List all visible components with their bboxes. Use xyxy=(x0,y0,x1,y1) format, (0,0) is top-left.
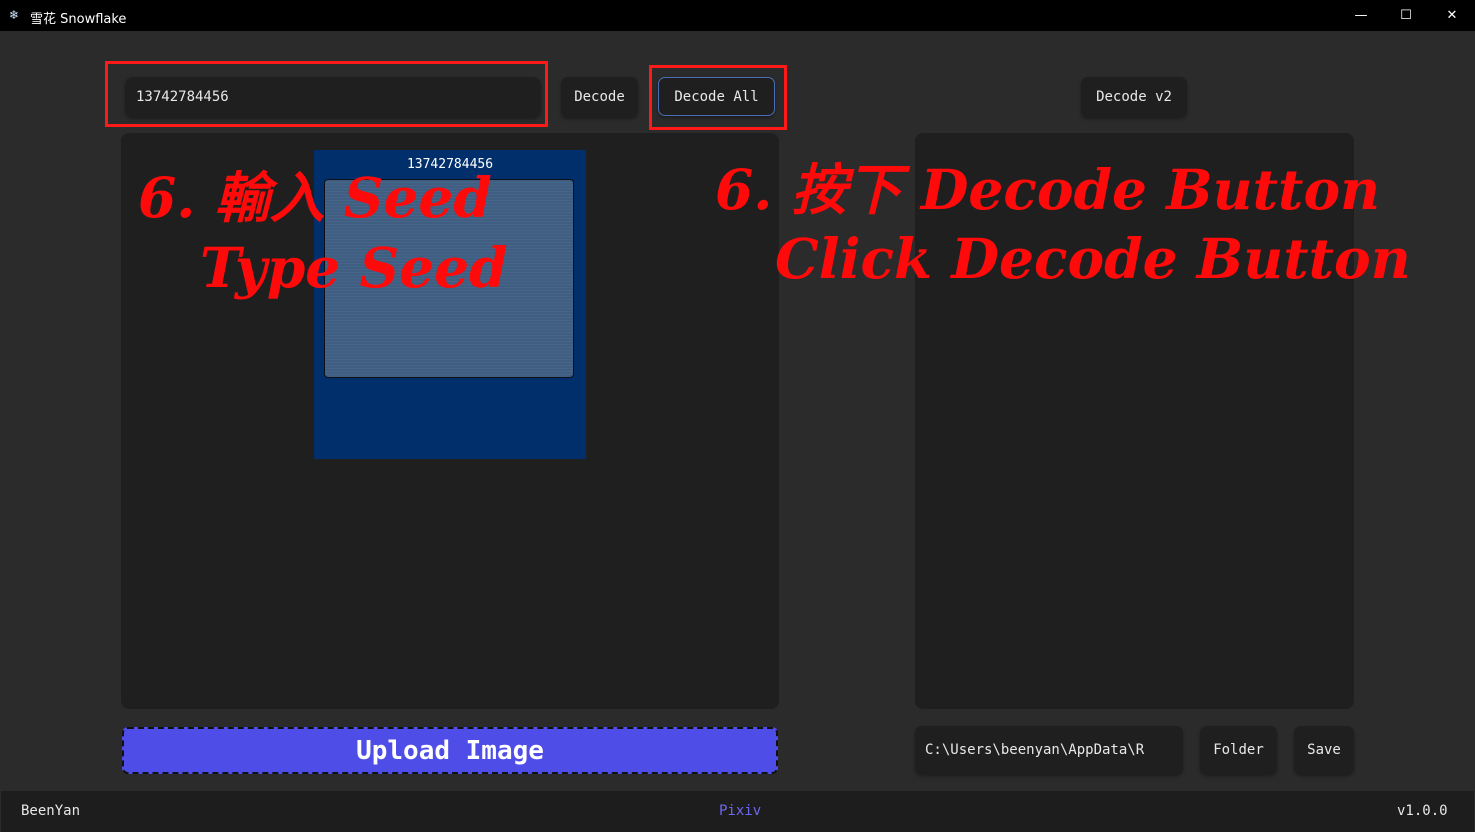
close-icon: ✕ xyxy=(1446,8,1458,23)
pixiv-link[interactable]: Pixiv xyxy=(719,803,761,819)
window-title: 雪花 Snowflake xyxy=(30,12,127,27)
footer-bar: BeenYan Pixiv v1.0.0 xyxy=(1,791,1474,832)
minimize-icon: — xyxy=(1354,8,1368,23)
upload-image-button[interactable]: Upload Image xyxy=(122,727,778,774)
title-bar: ❄ 雪花 Snowflake — ☐ ✕ xyxy=(0,0,1475,31)
output-path-field[interactable]: C:\Users\beenyan\AppData\R xyxy=(915,726,1183,774)
author-label: BeenYan xyxy=(21,803,81,819)
version-label: v1.0.0 xyxy=(1397,803,1448,819)
annotation-type-seed-zh: 6. 輸入 Seed xyxy=(138,165,492,230)
decode-button[interactable]: Decode xyxy=(561,77,638,117)
maximize-button[interactable]: ☐ xyxy=(1383,0,1429,31)
save-button[interactable]: Save xyxy=(1294,726,1354,774)
seed-highlight-box xyxy=(105,61,548,127)
annotation-type-seed-en: Type Seed xyxy=(200,235,508,300)
folder-button[interactable]: Folder xyxy=(1200,726,1277,774)
decode-v2-button[interactable]: Decode v2 xyxy=(1081,77,1187,117)
annotation-click-decode-en: Click Decode Button xyxy=(775,226,1411,291)
maximize-icon: ☐ xyxy=(1400,8,1412,23)
decode-all-highlight-box xyxy=(649,65,787,130)
close-button[interactable]: ✕ xyxy=(1429,0,1475,31)
annotation-click-decode-zh: 6. 按下 Decode Button xyxy=(715,157,1381,222)
minimize-button[interactable]: — xyxy=(1338,0,1384,31)
snowflake-app-icon: ❄ xyxy=(9,8,20,22)
